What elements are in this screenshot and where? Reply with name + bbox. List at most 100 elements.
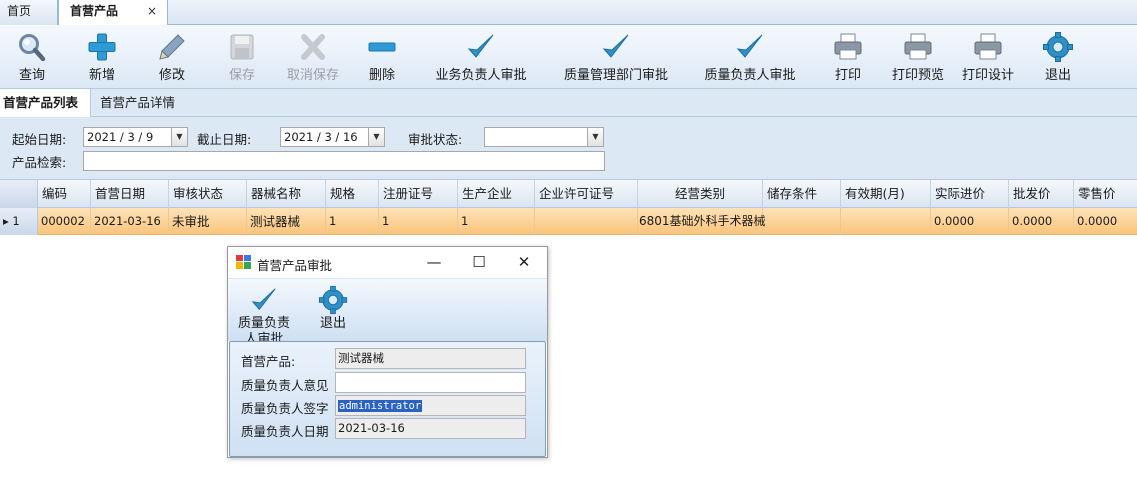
exit-button[interactable]: 退出 <box>1030 25 1086 89</box>
table-cell[interactable]: 未审批 <box>169 208 247 235</box>
dialog-title-bar[interactable]: 首营产品审批 — ☐ ✕ <box>228 247 547 278</box>
product-search-label: 产品检索: <box>12 155 67 170</box>
column-header[interactable]: 批发价 <box>1009 180 1074 208</box>
dialog-title: 首营产品审批 <box>257 258 333 273</box>
printer-icon <box>974 33 1002 60</box>
pencil-icon <box>159 34 185 60</box>
sub-tab-bar: 首营产品列表 首营产品详情 <box>0 89 1137 118</box>
approval-status-select[interactable]: ▼ <box>484 127 604 147</box>
table-cell[interactable]: 0.0000 <box>931 208 1009 235</box>
tab-home[interactable]: 首页 <box>0 0 58 25</box>
end-date-label: 截止日期: <box>197 132 252 147</box>
x-icon <box>301 34 325 60</box>
checkmark-icon <box>251 288 276 311</box>
column-header[interactable]: 企业许可证号 <box>535 180 638 208</box>
add-button[interactable]: 新增 <box>74 25 130 89</box>
table-cell[interactable] <box>763 208 841 235</box>
checkmark-icon <box>736 34 763 58</box>
table-cell[interactable]: 测试器械 <box>247 208 326 235</box>
minimize-icon[interactable]: — <box>423 251 445 273</box>
dialog-form: 首营产品: 测试器械 质量负责人意见 质量负责人签字 administrator… <box>229 341 546 457</box>
start-date-picker[interactable]: 2021 / 3 / 9 ▼ <box>83 127 188 147</box>
business-approve-button[interactable]: 业务负责人审批 <box>426 25 536 89</box>
table-cell[interactable]: 0.0000 <box>1074 208 1137 235</box>
start-date-label: 起始日期: <box>12 132 67 147</box>
qa-owner-approve-button[interactable]: 质量负责人审批 <box>234 279 294 341</box>
column-header[interactable]: 生产企业 <box>458 180 535 208</box>
row-indicator: ▸ 1 <box>0 208 38 235</box>
end-date-value: 2021 / 3 / 16 <box>284 130 358 144</box>
column-header[interactable]: 有效期(月) <box>841 180 931 208</box>
main-toolbar: 查询 新增 修改 保存 取消保存 删除 业务负责人审批 质量管理部门审批 质量负… <box>0 25 1137 89</box>
gear-icon <box>318 285 348 315</box>
approval-status-label: 审批状态: <box>408 132 463 147</box>
chevron-down-icon[interactable]: ▼ <box>171 128 187 146</box>
end-date-picker[interactable]: 2021 / 3 / 16 ▼ <box>280 127 385 147</box>
table-row[interactable]: ▸ 1 000002 2021-03-16 未审批 测试器械 1 1 1 680… <box>0 208 1137 235</box>
qa-owner-approve-button[interactable]: 质量负责人审批 <box>696 25 804 89</box>
grid-header: 编码 首营日期 审核状态 器械名称 规格 注册证号 生产企业 企业许可证号 经营… <box>0 179 1137 208</box>
save-button[interactable]: 保存 <box>214 25 270 89</box>
column-header[interactable]: 注册证号 <box>379 180 458 208</box>
column-header[interactable]: 储存条件 <box>763 180 841 208</box>
product-field[interactable]: 测试器械 <box>335 348 526 369</box>
table-cell[interactable] <box>841 208 931 235</box>
close-icon[interactable]: ✕ <box>513 251 535 273</box>
tab-product-detail[interactable]: 首营产品详情 <box>94 89 181 117</box>
table-cell[interactable]: 6801基础外科手术器械 <box>638 208 766 235</box>
column-header[interactable]: 经营类别 <box>638 180 763 208</box>
filter-panel: 起始日期: 2021 / 3 / 9 ▼ 截止日期: 2021 / 3 / 16… <box>0 117 1137 179</box>
app-icon <box>236 255 251 269</box>
table-cell[interactable]: 2021-03-16 <box>91 208 169 235</box>
column-header[interactable]: 审核状态 <box>169 180 247 208</box>
column-header[interactable]: 编码 <box>38 180 91 208</box>
column-header[interactable]: 零售价 <box>1074 180 1137 208</box>
tab-product-list[interactable]: 首营产品列表 <box>0 89 91 118</box>
chevron-down-icon[interactable]: ▼ <box>587 128 603 146</box>
printer-icon <box>904 33 932 60</box>
date-field[interactable]: 2021-03-16 <box>335 418 526 439</box>
tab-label: 首营产品 <box>70 4 119 18</box>
search-icon <box>19 34 46 62</box>
grid-corner <box>0 180 38 208</box>
document-tab-bar: 首页 首营产品 × <box>0 0 1137 26</box>
floppy-disk-icon <box>230 34 254 60</box>
approval-dialog: 首营产品审批 — ☐ ✕ 质量负责人审批 退出 首营产品: 测试器械 质量负责人… <box>227 246 548 458</box>
gear-icon <box>1043 32 1073 62</box>
signature-field[interactable]: administrator <box>335 395 526 416</box>
column-header[interactable]: 规格 <box>326 180 379 208</box>
product-search-input[interactable] <box>83 151 605 171</box>
printer-icon <box>834 33 862 60</box>
column-header[interactable]: 首营日期 <box>91 180 169 208</box>
chevron-down-icon[interactable]: ▼ <box>368 128 384 146</box>
print-button[interactable]: 打印 <box>820 25 876 89</box>
opinion-field[interactable] <box>335 372 526 393</box>
table-cell[interactable]: 1 <box>458 208 535 235</box>
table-cell[interactable]: 1 <box>379 208 458 235</box>
maximize-icon[interactable]: ☐ <box>468 251 490 273</box>
opinion-label: 质量负责人意见 <box>241 378 329 393</box>
table-cell[interactable] <box>535 208 638 235</box>
date-label: 质量负责人日期 <box>241 424 329 439</box>
signature-label: 质量负责人签字 <box>241 401 329 416</box>
checkmark-icon <box>602 34 629 58</box>
dialog-exit-button[interactable]: 退出 <box>310 279 356 341</box>
query-button[interactable]: 查询 <box>4 25 60 89</box>
delete-button[interactable]: 删除 <box>354 25 410 89</box>
table-cell[interactable]: 000002 <box>38 208 91 235</box>
dialog-toolbar: 质量负责人审批 退出 <box>228 278 547 341</box>
table-cell[interactable]: 0.0000 <box>1009 208 1074 235</box>
table-cell[interactable]: 1 <box>326 208 379 235</box>
close-tab-icon[interactable]: × <box>147 0 157 23</box>
column-header[interactable]: 实际进价 <box>931 180 1009 208</box>
cancel-save-button[interactable]: 取消保存 <box>282 25 344 89</box>
start-date-value: 2021 / 3 / 9 <box>87 130 154 144</box>
tab-first-business-product[interactable]: 首营产品 × <box>58 0 168 26</box>
product-label: 首营产品: <box>241 354 296 369</box>
edit-button[interactable]: 修改 <box>144 25 200 89</box>
print-design-button[interactable]: 打印设计 <box>956 25 1020 89</box>
print-preview-button[interactable]: 打印预览 <box>886 25 950 89</box>
plus-icon <box>88 33 116 61</box>
column-header[interactable]: 器械名称 <box>247 180 326 208</box>
qa-dept-approve-button[interactable]: 质量管理部门审批 <box>558 25 674 89</box>
